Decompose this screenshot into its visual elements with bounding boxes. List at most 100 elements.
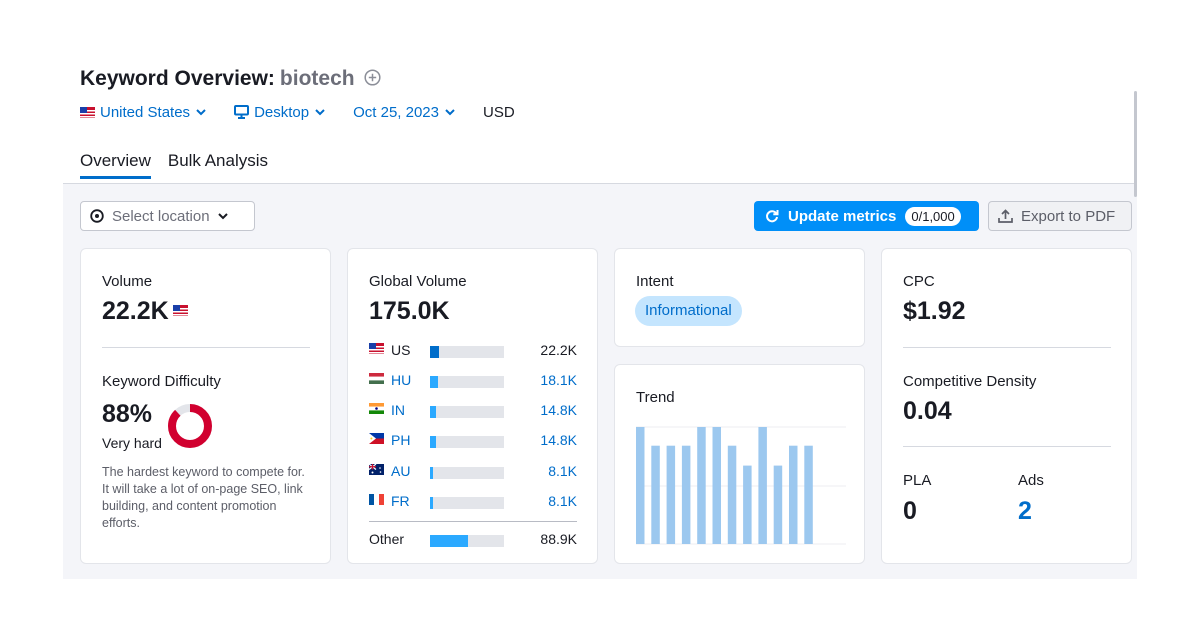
trend-bar — [681, 445, 691, 544]
kd-level: Very hard — [102, 435, 162, 451]
trend-bar — [758, 427, 767, 544]
pla-value: 0 — [903, 497, 917, 525]
device-dropdown[interactable]: Desktop — [234, 104, 325, 121]
kd-label: Keyword Difficulty — [102, 373, 221, 390]
location-pin-icon — [90, 208, 104, 223]
volume-value: 22.2K — [102, 297, 188, 326]
cpc-label: CPC — [903, 273, 935, 290]
other-label: Other — [369, 531, 405, 547]
volume-label: Volume — [102, 273, 153, 290]
country-share-bar — [430, 467, 504, 479]
divider — [903, 446, 1111, 447]
global-volume-label: Global Volume — [369, 273, 467, 290]
update-metrics-button[interactable]: Update metrics 0/1,000 — [754, 201, 979, 231]
country-dropdown[interactable]: United States — [80, 104, 206, 121]
refresh-icon — [766, 210, 779, 223]
country-volume: 88.9K — [540, 531, 577, 547]
trend-card: Trend — [614, 364, 865, 564]
us-flag-icon — [80, 106, 95, 118]
country-share-bar — [430, 376, 504, 388]
ph-flag-icon — [369, 433, 384, 444]
cpc-card: CPC $1.92 Competitive Density 0.04 PLA 0… — [881, 248, 1132, 564]
country-share-fill — [430, 467, 433, 479]
trend-chart — [636, 426, 846, 545]
location-select[interactable]: Select location — [80, 201, 255, 231]
country-volume: 14.8K — [540, 432, 577, 448]
country-row-fr[interactable]: FR 8.1K — [369, 493, 577, 511]
hu-flag-icon — [369, 373, 384, 384]
country-volume: 8.1K — [548, 493, 577, 509]
ads-label: Ads — [1018, 472, 1044, 489]
country-share-bar — [430, 535, 504, 547]
page-title: Keyword Overview: biotech — [80, 66, 381, 93]
country-row-ph[interactable]: PH 14.8K — [369, 432, 577, 450]
country-code: HU — [391, 372, 412, 388]
fr-flag-icon — [369, 494, 384, 505]
scrollbar[interactable] — [1134, 91, 1137, 197]
country-row-in[interactable]: IN 14.8K — [369, 402, 577, 420]
trend-label: Trend — [636, 389, 675, 406]
country-volume: 22.2K — [540, 342, 577, 358]
global-volume-card: Global Volume 175.0K US 22.2K HU 18.1K I… — [347, 248, 598, 564]
add-to-list-icon[interactable] — [364, 67, 381, 93]
country-row-hu[interactable]: HU 18.1K — [369, 372, 577, 390]
tab-overview[interactable]: Overview — [80, 151, 151, 179]
trend-bar — [789, 445, 798, 544]
intent-label: Intent — [636, 273, 674, 290]
header-area: Keyword Overview: biotech United States D… — [63, 63, 1137, 184]
country-label: United States — [100, 103, 191, 121]
keyword-overview-panel: Keyword Overview: biotech United States D… — [63, 63, 1137, 579]
upload-icon — [998, 209, 1013, 223]
au-flag-icon — [369, 464, 384, 475]
kd-donut-arc — [168, 404, 212, 448]
kd-donut-chart — [168, 404, 212, 448]
country-volume: 14.8K — [540, 402, 577, 418]
currency-label: USD — [483, 103, 515, 121]
divider — [369, 521, 577, 522]
country-share-fill — [430, 346, 439, 358]
update-limit-badge: 0/1,000 — [905, 206, 961, 226]
global-volume-value: 175.0K — [369, 297, 450, 325]
export-pdf-label: Export to PDF — [1021, 207, 1116, 225]
chevron-down-icon — [217, 212, 228, 219]
country-share-fill — [430, 497, 433, 509]
date-label: Oct 25, 2023 — [353, 103, 439, 121]
country-row-au[interactable]: AU 8.1K — [369, 463, 577, 481]
us-flag-icon — [369, 343, 384, 354]
country-row-other: Other 88.9K — [369, 531, 577, 549]
country-share-bar — [430, 406, 504, 418]
trend-bar — [636, 427, 645, 544]
country-share-fill — [430, 376, 438, 388]
country-code: FR — [391, 493, 410, 509]
filters-bar: United States Desktop Oct 25, 2023 USD — [80, 102, 515, 122]
country-code: PH — [391, 432, 411, 448]
date-dropdown[interactable]: Oct 25, 2023 — [353, 104, 455, 121]
country-share-bar — [430, 346, 504, 358]
kd-description: The hardest keyword to compete for. It w… — [102, 465, 305, 530]
tab-bulk-analysis[interactable]: Bulk Analysis — [168, 151, 268, 179]
intent-badge: Informational — [635, 296, 742, 326]
trend-bar — [743, 465, 752, 544]
country-volume: 8.1K — [548, 463, 577, 479]
pla-label: PLA — [903, 472, 932, 489]
update-metrics-label: Update metrics — [788, 207, 897, 225]
country-share-fill — [430, 406, 436, 418]
divider — [102, 347, 310, 348]
us-flag-icon — [172, 305, 188, 316]
country-code: US — [391, 342, 411, 358]
chevron-down-icon — [196, 108, 206, 115]
divider — [903, 347, 1111, 348]
competitive-density-label: Competitive Density — [903, 373, 1037, 390]
kd-value: 88% — [102, 400, 153, 428]
export-pdf-button[interactable]: Export to PDF — [988, 201, 1132, 231]
chevron-down-icon — [445, 108, 455, 115]
trend-bar — [651, 445, 660, 544]
country-row-us: US 22.2K — [369, 342, 577, 360]
volume-card: Volume 22.2K Keyword Difficulty 88% Very… — [80, 248, 331, 564]
tabs: Overview Bulk Analysis — [80, 151, 285, 179]
trend-bar — [697, 427, 706, 544]
competitive-density-value: 0.04 — [903, 397, 952, 425]
country-share-fill — [430, 535, 468, 547]
ads-value[interactable]: 2 — [1018, 497, 1032, 526]
desktop-icon — [234, 105, 250, 119]
